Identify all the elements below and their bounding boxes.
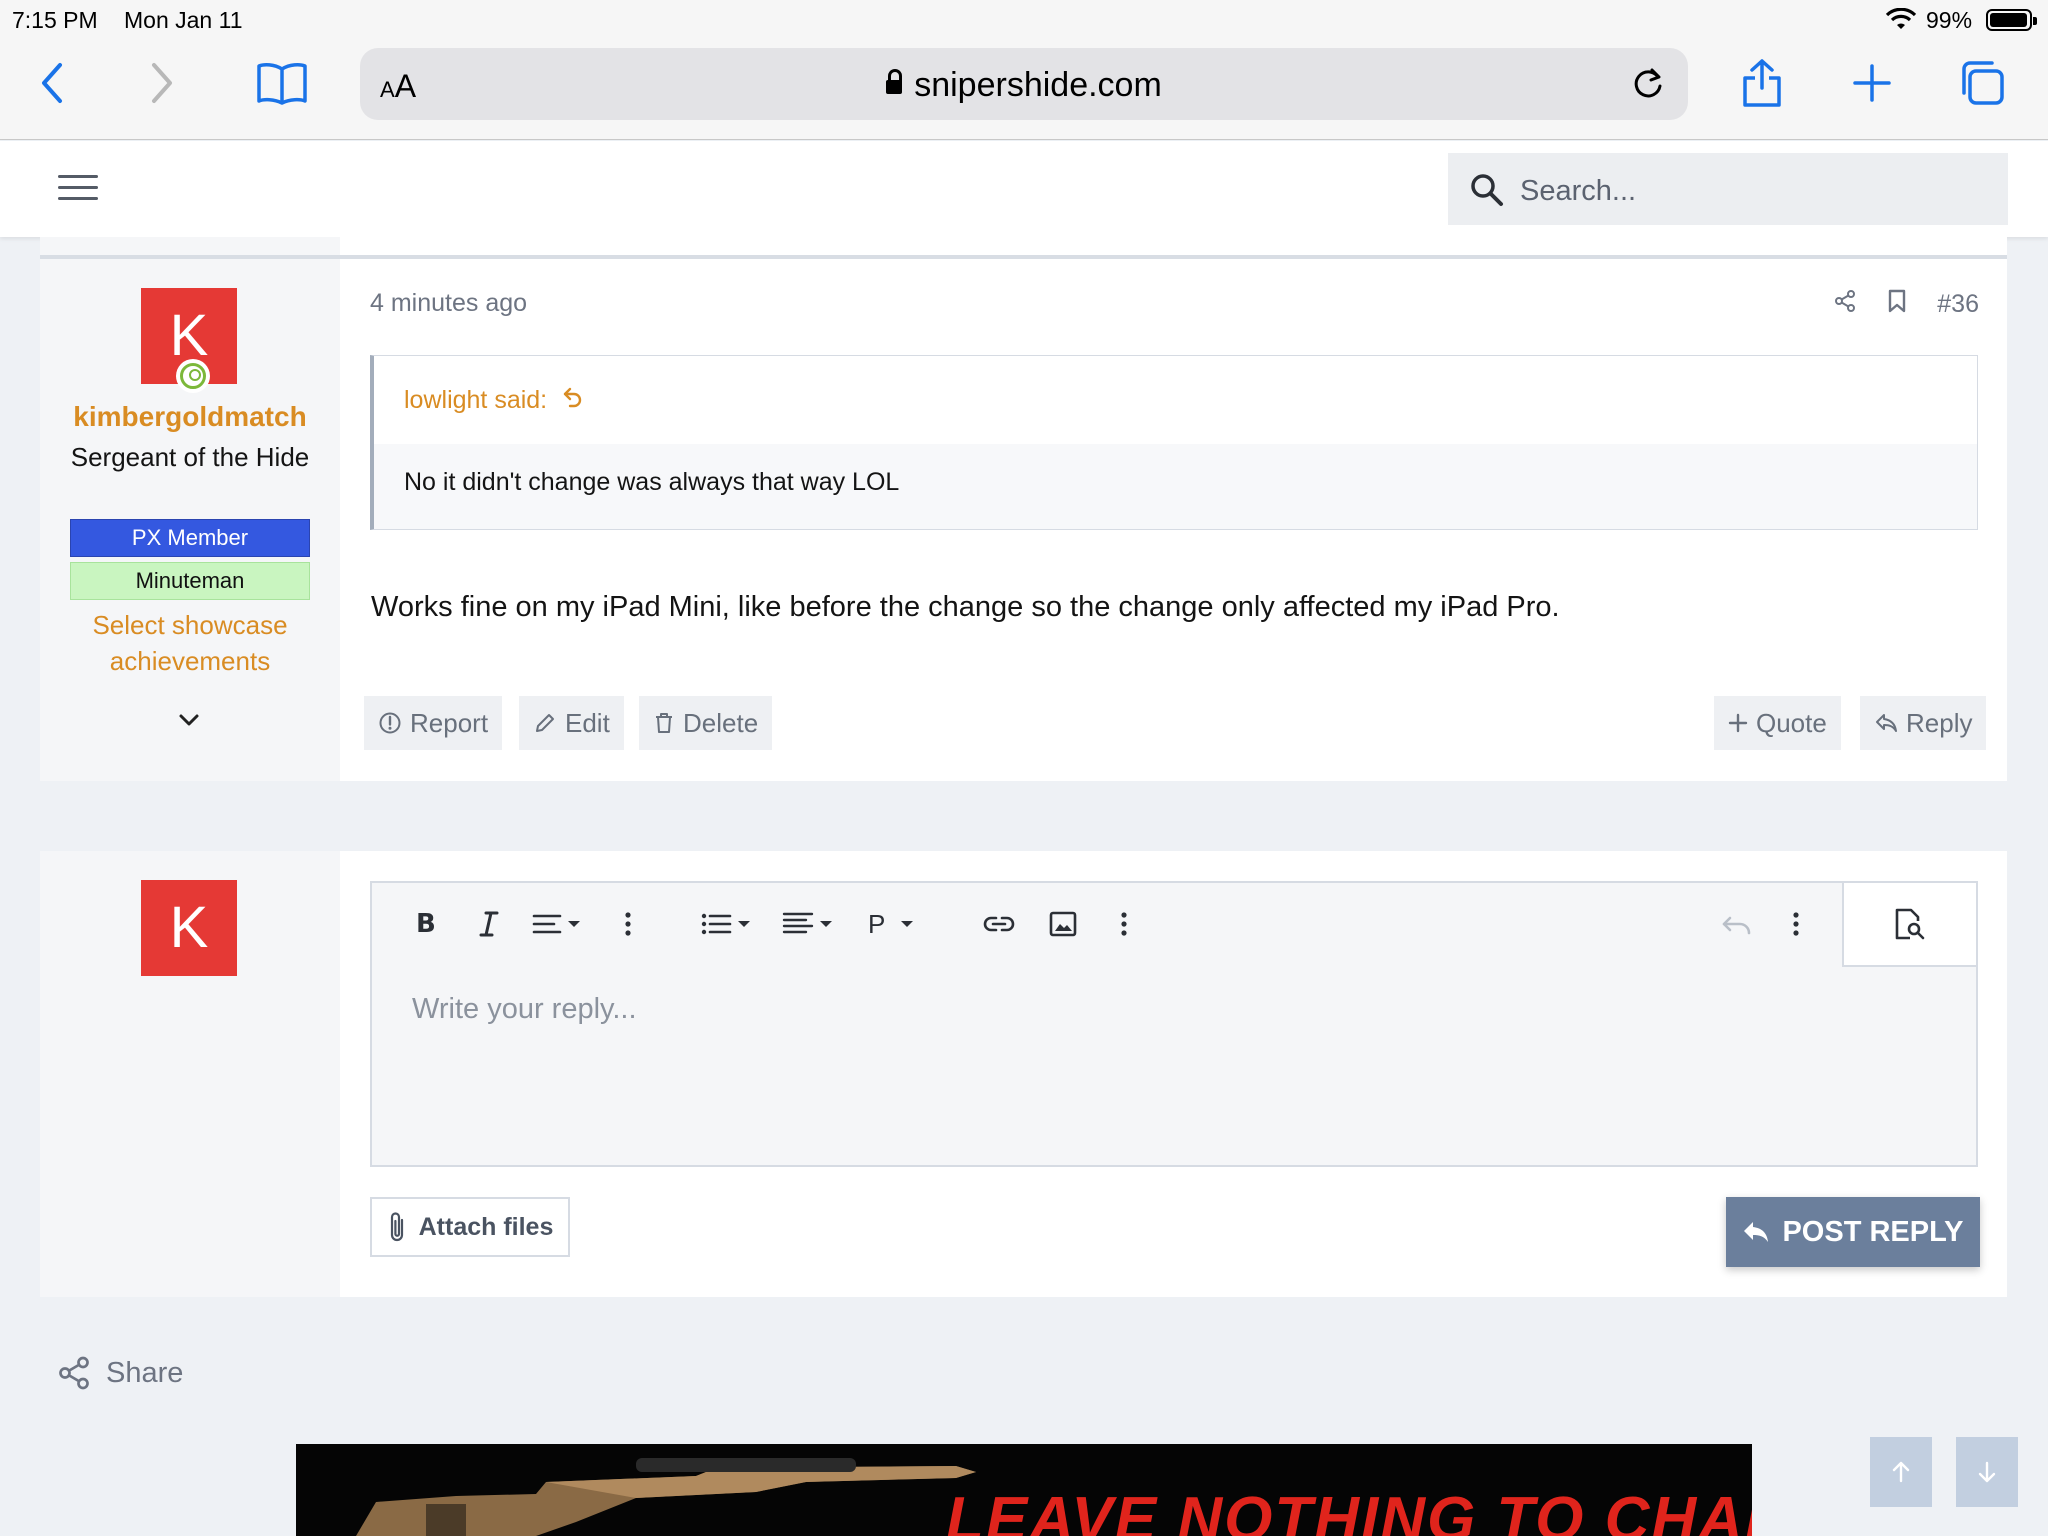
scroll-to-bottom-button[interactable] <box>1956 1437 2018 1507</box>
showcase-achievements-link[interactable]: Select showcase achievements <box>70 607 310 679</box>
reply-icon <box>1876 714 1897 732</box>
edit-button[interactable]: Edit <box>519 696 624 750</box>
preview-icon[interactable] <box>1842 883 1976 967</box>
search-icon <box>1470 173 1504 212</box>
share-label: Share <box>106 1356 184 1389</box>
edit-label: Edit <box>565 707 610 738</box>
previous-post-edge <box>40 237 2007 259</box>
url-text: snipershide.com <box>914 66 1162 104</box>
post-number-link[interactable]: #36 <box>1937 290 1979 319</box>
undo-icon[interactable] <box>1720 907 1754 941</box>
forum-post: K kimbergoldmatch Sergeant of the Hide P… <box>40 259 2007 781</box>
link-icon[interactable] <box>982 907 1016 941</box>
site-header: Search... <box>0 141 2048 237</box>
align-dropdown[interactable] <box>782 907 840 941</box>
bold-button[interactable]: B <box>416 907 436 941</box>
reply-icon <box>1744 1222 1769 1242</box>
paperclip-icon <box>390 1212 403 1242</box>
online-status-icon <box>176 359 210 393</box>
search-input[interactable]: Search... <box>1448 153 2008 225</box>
share-icon[interactable] <box>1833 289 1857 320</box>
search-placeholder: Search... <box>1520 175 1637 207</box>
px-member-banner: PX Member <box>70 519 310 557</box>
quick-reply: K B P Write your reply... Attach files P… <box>40 851 2007 1297</box>
advertisement-banner[interactable]: LEAVE NOTHING TO CHANCE <box>296 1444 1752 1536</box>
post-user-column: K kimbergoldmatch Sergeant of the Hide P… <box>40 259 340 781</box>
battery-icon <box>1986 9 2037 31</box>
status-bar: 7:15 PM Mon Jan 11 99% <box>0 0 2048 40</box>
delete-button[interactable]: Delete <box>639 696 773 750</box>
ad-headline: LEAVE NOTHING TO CHANCE <box>946 1485 1752 1536</box>
report-label: Report <box>410 707 489 738</box>
quote-button[interactable]: Quote <box>1714 696 1841 750</box>
share-thread-button[interactable]: Share <box>56 1355 183 1391</box>
jump-to-quote-icon[interactable] <box>562 386 584 414</box>
quote-text: No it didn't change was always that way … <box>374 444 1977 529</box>
plus-icon <box>1728 713 1748 733</box>
status-time: 7:15 PM <box>12 7 98 33</box>
username[interactable]: kimbergoldmatch <box>40 401 340 433</box>
more-editor-options-icon[interactable] <box>1792 907 1800 941</box>
scroll-to-top-button[interactable] <box>1870 1437 1932 1507</box>
paragraph-label: P <box>868 908 886 939</box>
post-reply-label: POST REPLY <box>1782 1215 1964 1248</box>
reload-icon[interactable] <box>1630 66 1666 107</box>
quote-label: Quote <box>1756 707 1827 738</box>
post-reply-button[interactable]: POST REPLY <box>1726 1197 1980 1267</box>
trash-icon <box>656 713 672 733</box>
status-date: Mon Jan 11 <box>124 7 243 33</box>
browser-toolbar: AA snipershide.com <box>0 40 2048 140</box>
lock-icon <box>886 69 903 94</box>
reply-editor[interactable]: B P Write your reply... <box>370 881 1978 1167</box>
bookmarks-icon[interactable] <box>252 58 312 108</box>
back-icon[interactable] <box>22 58 82 108</box>
more-insert-options-icon[interactable] <box>1120 907 1128 941</box>
more-text-options-icon[interactable] <box>624 907 632 941</box>
edit-icon <box>536 714 554 732</box>
quote-block: lowlight said: No it didn't change was a… <box>370 355 1978 530</box>
report-icon <box>379 712 401 734</box>
post-timestamp[interactable]: 4 minutes ago <box>370 289 527 318</box>
text-style-dropdown[interactable] <box>532 907 590 941</box>
paragraph-format-dropdown[interactable]: P <box>868 907 921 941</box>
forward-icon[interactable] <box>132 58 192 108</box>
attach-files-button[interactable]: Attach files <box>370 1197 570 1257</box>
new-tab-icon[interactable] <box>1842 58 1902 108</box>
delete-label: Delete <box>683 707 759 738</box>
reply-placeholder: Write your reply... <box>412 993 637 1025</box>
hamburger-menu-icon[interactable] <box>58 175 98 205</box>
quote-author[interactable]: lowlight said: <box>404 386 547 414</box>
list-dropdown[interactable] <box>700 907 758 941</box>
minuteman-banner: Minuteman <box>70 562 310 600</box>
avatar[interactable]: K <box>141 880 237 976</box>
attach-files-label: Attach files <box>418 1212 554 1241</box>
share-sheet-icon[interactable] <box>1732 58 1792 108</box>
reply-label: Reply <box>1906 707 1973 738</box>
tabs-overview-icon[interactable] <box>1952 58 2012 108</box>
arrow-up-icon <box>1892 1461 1910 1483</box>
user-title: Sergeant of the Hide <box>70 442 310 472</box>
arrow-down-icon <box>1978 1461 1996 1483</box>
chevron-down-icon[interactable] <box>178 713 200 732</box>
image-icon[interactable] <box>1048 907 1078 941</box>
battery-percent: 99% <box>1926 7 1973 33</box>
share-icon <box>59 1356 89 1390</box>
address-bar[interactable]: AA snipershide.com <box>360 48 1688 120</box>
bookmark-icon[interactable] <box>1887 289 1907 320</box>
wifi-icon <box>1885 7 1917 38</box>
post-body: Works fine on my iPad Mini, like before … <box>371 591 1560 623</box>
editor-toolbar: B P <box>372 883 1976 967</box>
reply-button[interactable]: Reply <box>1860 696 1987 750</box>
report-button[interactable]: Report <box>364 696 503 750</box>
rifle-image <box>356 1458 976 1536</box>
italic-button[interactable] <box>478 907 500 941</box>
